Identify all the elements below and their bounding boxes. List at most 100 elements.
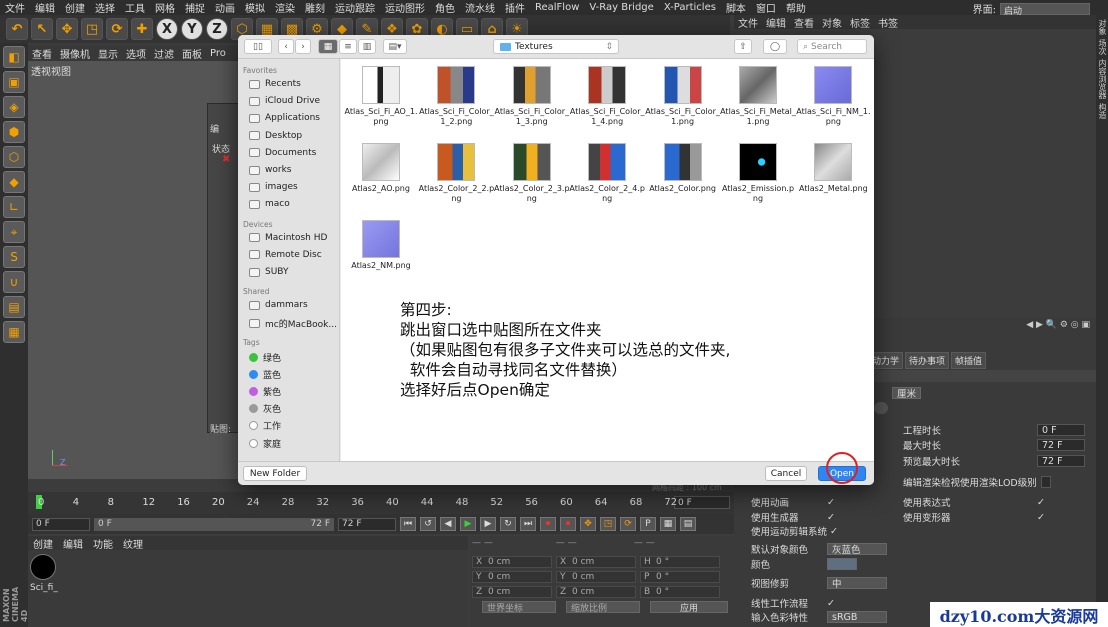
use-animation-check[interactable]: ✓ [827, 497, 835, 508]
sidebar-tag[interactable]: 蓝色 [249, 368, 281, 381]
coord-mode-dropdown[interactable]: 世界坐标 [482, 601, 556, 614]
coord-field[interactable]: Y 0 cm [472, 571, 552, 583]
file-item[interactable]: Atlas2_NM.png [343, 220, 419, 271]
menu-item[interactable]: 流水线 [460, 0, 500, 15]
max-time-field[interactable]: 72 F [1037, 439, 1085, 451]
right-tab[interactable]: 构造 [1097, 103, 1108, 119]
interface-dropdown[interactable]: 启动 [1000, 2, 1090, 17]
rotate-icon[interactable]: ⟳ [106, 18, 128, 40]
object-menu-item[interactable]: 编辑 [762, 15, 790, 30]
material-menu-item[interactable]: 纹理 [118, 536, 148, 551]
lod-checkbox[interactable] [1040, 476, 1051, 488]
linear-check[interactable]: ✓ [827, 598, 835, 609]
key-rotate-icon[interactable]: ⟳ [620, 517, 636, 531]
right-tab[interactable]: 内容浏览器 [1097, 59, 1108, 99]
polygons-mode-icon[interactable]: ◆ [3, 171, 25, 193]
add-icon[interactable]: ✚ [131, 18, 153, 40]
file-item[interactable]: Atlas_Sci_Fi_Color_1_4.png [569, 66, 645, 127]
coord-field[interactable]: Z 0 cm [472, 586, 552, 598]
prev-key-icon[interactable]: ↺ [420, 517, 436, 531]
interface-selector[interactable]: 界面: 启动 [973, 1, 1090, 17]
right-tab[interactable]: 场次 [1097, 39, 1108, 55]
cancel-button[interactable]: Cancel [765, 466, 807, 481]
move-icon[interactable]: ✥ [56, 18, 78, 40]
back-icon[interactable]: ‹ [278, 39, 294, 54]
attribute-tab[interactable]: 待办事项 [905, 352, 950, 369]
record-icon[interactable]: ⏺ [540, 517, 556, 531]
snap-icon[interactable]: S [3, 246, 25, 268]
sidebar-tag[interactable]: 工作 [249, 419, 281, 432]
sidebar-item-favorites[interactable]: maco [249, 199, 290, 209]
lock-icon[interactable]: ▤ [3, 296, 25, 318]
axis-mode-icon[interactable]: ∟ [3, 196, 25, 218]
unit-dropdown[interactable]: 厘米 [892, 387, 922, 400]
timeline-ruler[interactable]: 0 F 网格间距 : 100 cm 0 4 8 12 16 20 24 28 32 36 40 44 4… [28, 483, 734, 514]
input-color-dropdown[interactable]: sRGB [827, 611, 887, 623]
play-icon[interactable]: ▶ [460, 517, 476, 531]
goto-start-icon[interactable]: ⏮ [400, 517, 416, 531]
viewport-menu-item[interactable]: 查看 [28, 46, 56, 61]
viewport-menu-item[interactable]: 过滤 [150, 46, 178, 61]
file-item[interactable]: Atlas2_Emission.png [720, 143, 796, 204]
menu-item[interactable]: V-Ray Bridge [584, 2, 658, 13]
sidebar-item-shared[interactable]: dammars [249, 300, 308, 310]
viewport-menu-item[interactable]: 面板 [178, 46, 206, 61]
menu-item[interactable]: 渲染 [270, 0, 300, 15]
file-item[interactable]: Atlas_Sci_Fi_Color_1_3.png [494, 66, 570, 127]
menu-item[interactable]: 角色 [430, 0, 460, 15]
file-item[interactable]: Atlas2_Color.png [645, 143, 721, 194]
sidebar-tag[interactable]: 紫色 [249, 385, 281, 398]
frame-range-slider[interactable]: 0 F 72 F [94, 517, 334, 531]
preview-max-field[interactable]: 72 F [1037, 455, 1085, 467]
sidebar-item-favorites[interactable]: Desktop [249, 131, 302, 141]
viewport-menu-item[interactable]: Pro [206, 48, 230, 59]
keyframe-selection-icon[interactable]: ✥ [580, 517, 596, 531]
search-field[interactable]: ⌕ Search [797, 39, 867, 54]
use-deformer-check[interactable]: ✓ [1037, 512, 1045, 523]
material-preview[interactable] [30, 554, 56, 580]
project-time-field[interactable]: 0 F [1037, 424, 1085, 436]
motion-clip-check[interactable]: ✓ [830, 526, 838, 537]
file-item[interactable]: Atlas2_Metal.png [795, 143, 871, 194]
menu-item[interactable]: 脚本 [721, 0, 751, 15]
sidebar-item-favorites[interactable]: iCloud Drive [249, 96, 320, 106]
share-icon[interactable]: ⇧ [734, 39, 752, 54]
tag-icon[interactable]: ◯ [763, 39, 787, 54]
model-mode-icon[interactable]: ◧ [3, 46, 25, 68]
gallery-view-icon[interactable]: ▤▾ [383, 39, 407, 54]
new-folder-button[interactable]: New Folder [243, 466, 307, 481]
sidebar-item-shared[interactable]: mc的MacBook... [249, 317, 337, 330]
right-tab[interactable]: 对象 [1097, 19, 1108, 35]
menu-item[interactable]: 网格 [150, 0, 180, 15]
column-view-icon[interactable]: ▥ [358, 39, 376, 54]
start-frame-field[interactable]: 0 F [32, 517, 90, 531]
points-mode-icon[interactable]: ⬢ [3, 121, 25, 143]
sidebar-item-devices[interactable]: SUBY [249, 267, 288, 277]
apply-button[interactable]: 应用 [650, 601, 728, 614]
folder-path-popup[interactable]: Textures ⇕ [493, 39, 619, 54]
coord-field[interactable]: Y 0 cm [556, 571, 636, 583]
menu-item[interactable]: 窗口 [751, 0, 781, 15]
sidebar-item-favorites[interactable]: Applications [249, 113, 320, 123]
file-item[interactable]: Atlas2_AO.png [343, 143, 419, 194]
select-icon[interactable]: ↖ [31, 18, 53, 40]
icon-view-icon[interactable]: ▦ [318, 39, 338, 54]
menu-item[interactable]: 文件 [0, 0, 30, 15]
undo-icon[interactable]: ↶ [6, 18, 28, 40]
viewport-menu-item[interactable]: 摄像机 [56, 46, 94, 61]
menu-item[interactable]: 选择 [90, 0, 120, 15]
autokey-icon[interactable]: ⏺ [560, 517, 576, 531]
coord-field[interactable]: P 0 ° [640, 571, 720, 583]
material-menu-item[interactable]: 创建 [28, 536, 58, 551]
view-clip-dropdown[interactable]: 中 [827, 577, 887, 590]
object-menu-item[interactable]: 文件 [734, 15, 762, 30]
coord-field[interactable]: H 0 ° [640, 556, 720, 568]
workplane-icon[interactable]: ◈ [3, 96, 25, 118]
current-frame-field[interactable]: 0 F [674, 496, 730, 509]
viewport-menu-item[interactable]: 显示 [94, 46, 122, 61]
use-expression-check[interactable]: ✓ [1037, 497, 1045, 508]
object-menu-item[interactable]: 书签 [874, 15, 902, 30]
menu-item[interactable]: 创建 [60, 0, 90, 15]
sidebar-item-favorites[interactable]: works [249, 165, 291, 175]
key-scale-icon[interactable]: ◳ [600, 517, 616, 531]
